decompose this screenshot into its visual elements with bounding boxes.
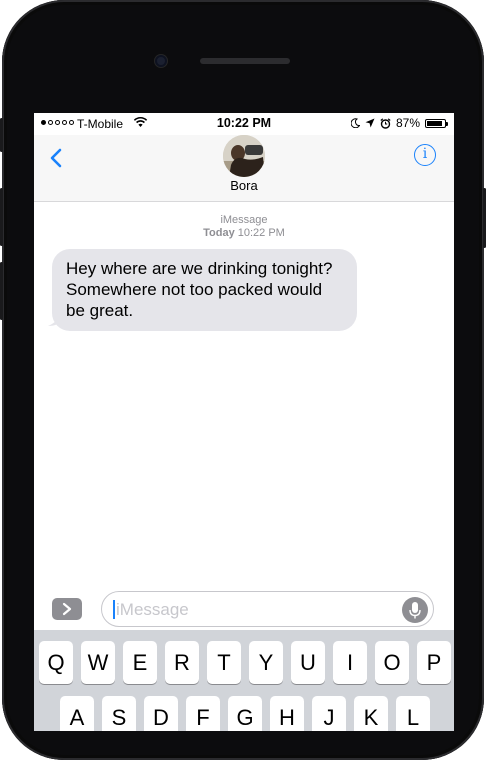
- key-s[interactable]: S: [102, 696, 136, 731]
- contact-name[interactable]: Bora: [34, 178, 454, 193]
- timestamp-day: Today: [203, 227, 235, 239]
- back-chevron-icon[interactable]: [46, 147, 68, 169]
- key-d[interactable]: D: [144, 696, 178, 731]
- microphone-button[interactable]: [402, 597, 428, 623]
- incoming-message-bubble[interactable]: Hey where are we drinking tonight? Somew…: [52, 249, 357, 331]
- key-g[interactable]: G: [228, 696, 262, 731]
- key-h[interactable]: H: [270, 696, 304, 731]
- key-f[interactable]: F: [186, 696, 220, 731]
- avatar-photo: [223, 135, 265, 177]
- message-input[interactable]: iMessage: [101, 591, 434, 627]
- alarm-icon: [380, 117, 391, 129]
- battery-icon: [425, 118, 448, 128]
- battery-fill: [427, 120, 442, 126]
- key-y[interactable]: Y: [249, 641, 283, 684]
- earpiece-speaker: [200, 58, 290, 64]
- info-icon[interactable]: i: [414, 144, 436, 166]
- message-input-placeholder: iMessage: [116, 600, 189, 619]
- mute-switch: [0, 118, 3, 152]
- key-w[interactable]: W: [81, 641, 115, 684]
- key-a[interactable]: A: [60, 696, 94, 731]
- microphone-icon: [409, 602, 421, 619]
- keyboard: Q W E R T Y U I O P A S D F G H J K L: [34, 630, 454, 731]
- key-k[interactable]: K: [354, 696, 388, 731]
- key-o[interactable]: O: [375, 641, 409, 684]
- key-u[interactable]: U: [291, 641, 325, 684]
- key-i[interactable]: I: [333, 641, 367, 684]
- key-e[interactable]: E: [123, 641, 157, 684]
- volume-down-button: [0, 262, 3, 320]
- timestamp-time: 10:22 PM: [237, 227, 285, 239]
- timestamp: Today 10:22 PM: [34, 227, 454, 239]
- key-q[interactable]: Q: [39, 641, 73, 684]
- volume-up-button: [0, 188, 3, 246]
- key-j[interactable]: J: [312, 696, 346, 731]
- status-bar: T-Mobile 10:22 PM 87%: [34, 113, 454, 135]
- screen: T-Mobile 10:22 PM 87% Bora i iMessage To…: [34, 113, 454, 731]
- key-t[interactable]: T: [207, 641, 241, 684]
- conversation-header: Bora i: [34, 135, 454, 202]
- key-r[interactable]: R: [165, 641, 199, 684]
- text-cursor: [113, 600, 115, 619]
- front-camera: [155, 55, 167, 67]
- service-label: iMessage: [220, 214, 268, 226]
- contact-avatar[interactable]: [223, 135, 265, 177]
- key-l[interactable]: L: [396, 696, 430, 731]
- location-arrow-icon: [365, 118, 375, 128]
- app-drawer-icon: [62, 602, 72, 616]
- key-p[interactable]: P: [417, 641, 451, 684]
- app-drawer-button[interactable]: [52, 598, 82, 620]
- battery-percentage: 87%: [395, 116, 420, 130]
- moon-icon: [350, 118, 360, 128]
